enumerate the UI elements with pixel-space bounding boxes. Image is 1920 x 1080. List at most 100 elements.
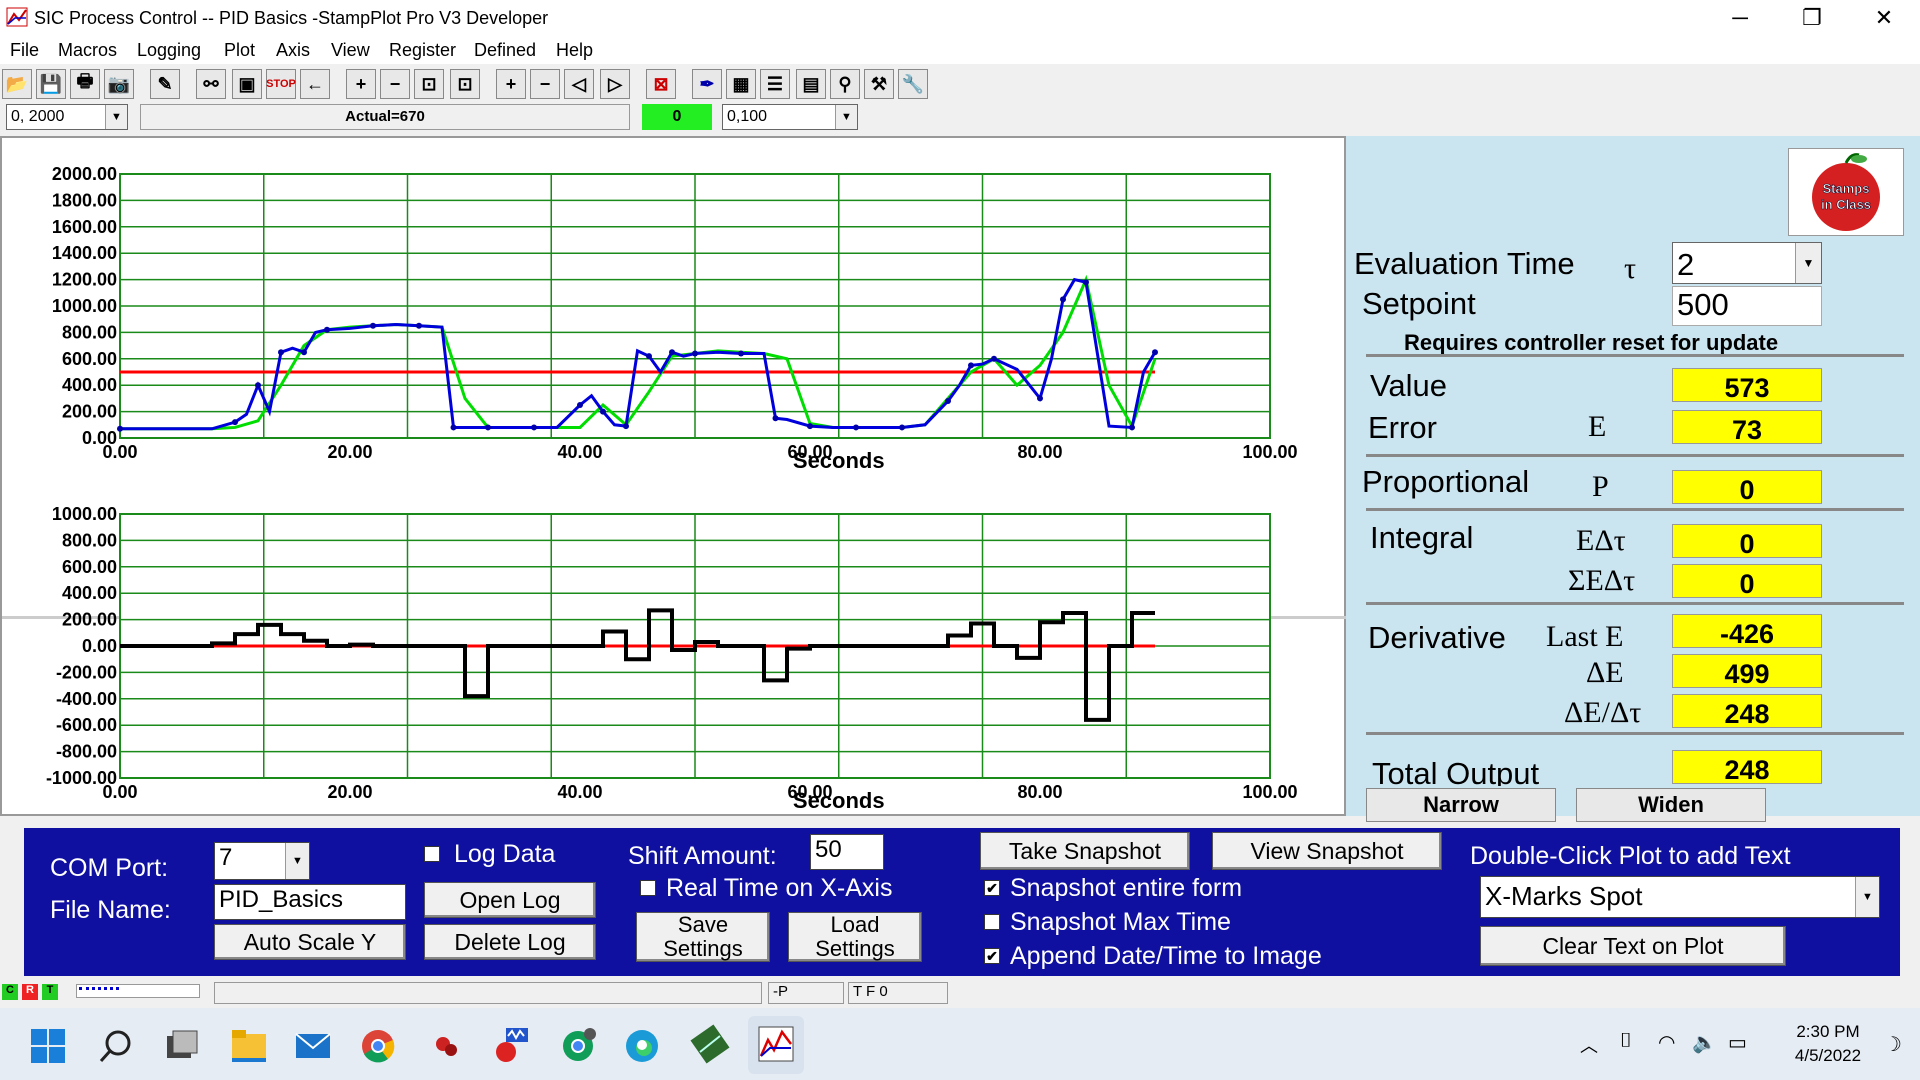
tools-icon[interactable]: ⚒ [864, 69, 894, 99]
menu-register[interactable]: Register [389, 40, 456, 61]
plot2-x-tick: 100.00 [1242, 782, 1297, 802]
connect-icon[interactable]: ⚯ [196, 69, 226, 99]
grid-icon[interactable]: ▦ [726, 69, 756, 99]
plot1-x-tick: 40.00 [557, 442, 602, 462]
menu-axis[interactable]: Axis [276, 40, 310, 61]
process-value-plot[interactable]: 2000.00 1800.00 1600.00 1400.00 1200.00 1000.… [2, 138, 1344, 478]
zoom-in-y-icon[interactable]: + [346, 69, 376, 99]
clear-text-button[interactable]: Clear Text on Plot [1480, 926, 1786, 966]
pen-icon[interactable]: ✒ [692, 69, 722, 99]
minimize-button[interactable]: ─ [1710, 0, 1770, 36]
magic-wand-icon[interactable]: ✎ [150, 69, 180, 99]
snapshot-entire-checkbox[interactable]: ✔ [984, 880, 1000, 896]
plot1-point [899, 424, 905, 431]
menu-plot[interactable]: Plot [224, 40, 255, 61]
widen-button[interactable]: Widen [1576, 788, 1766, 822]
menu-view[interactable]: View [331, 40, 370, 61]
shift-amount-input[interactable]: 50 [810, 834, 884, 870]
append-date-checkbox[interactable]: ✔ [984, 948, 1000, 964]
auto-scale-y-button[interactable]: Auto Scale Y [214, 924, 406, 960]
app-red-icon[interactable] [428, 1028, 464, 1064]
menu-logging[interactable]: Logging [137, 40, 201, 61]
wrench-icon[interactable]: 🔧 [898, 69, 928, 99]
file-explorer-icon[interactable] [230, 1028, 268, 1064]
edge-icon[interactable] [624, 1028, 660, 1064]
probe-icon[interactable]: ⚲ [830, 69, 860, 99]
task-view-icon[interactable] [164, 1028, 200, 1064]
battery-icon[interactable]: ▭ [1728, 1030, 1747, 1055]
zoom-out-x-icon[interactable]: − [530, 69, 560, 99]
windows-start-icon[interactable] [30, 1028, 66, 1064]
stampplot-taskbar-item[interactable] [748, 1016, 804, 1074]
scroll-right-icon[interactable]: ▷ [600, 69, 630, 99]
chevron-down-icon[interactable]: ▼ [835, 105, 857, 129]
com-port-select[interactable]: 7 ▼ [214, 842, 310, 880]
volume-icon[interactable]: 🔈 [1692, 1030, 1717, 1055]
file-name-label: File Name: [50, 896, 171, 924]
open-log-button[interactable]: Open Log [424, 882, 596, 918]
take-snapshot-button[interactable]: Take Snapshot [980, 832, 1190, 870]
scroll-down-icon[interactable]: ⊡ [450, 69, 480, 99]
load-settings-button[interactable]: Load Settings [788, 912, 922, 962]
narrow-button[interactable]: Narrow [1366, 788, 1556, 822]
print-icon[interactable]: 🖶 [70, 69, 100, 99]
delete-log-button[interactable]: Delete Log [424, 924, 596, 960]
zoom-out-y-icon[interactable]: − [380, 69, 410, 99]
open-folder-icon[interactable]: 📂 [2, 69, 32, 99]
save-icon[interactable]: 💾 [36, 69, 66, 99]
chevron-down-icon[interactable]: ▼ [1795, 243, 1821, 283]
y-range-combo[interactable]: 0, 2000 ▼ [6, 104, 128, 130]
circuit-board-icon[interactable] [690, 1024, 730, 1064]
app-scope-icon[interactable] [492, 1024, 532, 1064]
stop-icon[interactable]: STOP [266, 69, 296, 99]
setpoint-input[interactable]: 500 [1672, 286, 1822, 326]
plot-text-select[interactable]: X-Marks Spot ▼ [1480, 876, 1880, 918]
plot2-x-tick: 0.00 [102, 782, 137, 802]
notes-icon[interactable]: ☰ [760, 69, 790, 99]
file-name-input[interactable]: PID_Basics [214, 884, 406, 920]
usb-icon[interactable]: ⌷ [1620, 1030, 1632, 1053]
maximize-button[interactable]: ❐ [1782, 0, 1842, 36]
chevron-down-icon[interactable]: ▼ [1855, 877, 1879, 917]
camera-icon[interactable]: 📷 [104, 69, 134, 99]
plot1-point [416, 322, 422, 329]
snapshot-max-checkbox[interactable] [984, 914, 1000, 930]
plot2-y-tick: 0.00 [82, 636, 117, 656]
chrome-user-icon[interactable] [560, 1026, 598, 1064]
chevron-down-icon[interactable]: ▼ [285, 843, 309, 879]
eval-time-select[interactable]: 2 ▼ [1672, 242, 1822, 284]
back-arrow-icon[interactable]: ← [300, 69, 330, 99]
zoom-in-x-icon[interactable]: + [496, 69, 526, 99]
plot1-point [1037, 395, 1043, 402]
plot-area[interactable]: 2000.00 1800.00 1600.00 1400.00 1200.00 1000.… [0, 136, 1348, 816]
plot1-point [577, 402, 583, 408]
menu-defined[interactable]: Defined [474, 40, 536, 61]
scroll-up-icon[interactable]: ⊡ [414, 69, 444, 99]
timer-icon[interactable]: ⊠ [646, 69, 676, 99]
output-plot[interactable]: 1000.00 800.00 600.00 400.00 200.00 0.00 -200.… [2, 480, 1344, 816]
scroll-left-icon[interactable]: ◁ [564, 69, 594, 99]
mail-icon[interactable] [294, 1028, 332, 1064]
view-snapshot-button[interactable]: View Snapshot [1212, 832, 1442, 870]
document-icon[interactable]: ▤ [796, 69, 826, 99]
realtime-checkbox[interactable] [640, 880, 656, 896]
menu-file[interactable]: File [10, 40, 39, 61]
notification-icon[interactable]: ☽ [1884, 1032, 1902, 1057]
plot-icon[interactable]: ▣ [232, 69, 262, 99]
chevron-down-icon[interactable]: ▼ [105, 105, 127, 129]
close-button[interactable]: ✕ [1854, 0, 1914, 36]
plot1-y-tick: 1000.00 [52, 296, 117, 316]
menu-macros[interactable]: Macros [58, 40, 117, 61]
tray-date[interactable]: 4/5/2022 [1784, 1046, 1872, 1066]
wifi-icon[interactable]: ◠ [1658, 1030, 1675, 1055]
chrome-icon[interactable] [360, 1028, 396, 1064]
plot2-x-axis-label: Seconds [793, 788, 885, 813]
menu-help[interactable]: Help [556, 40, 593, 61]
x-range-combo[interactable]: 0,100 ▼ [722, 104, 858, 130]
tray-time[interactable]: 2:30 PM [1788, 1022, 1868, 1042]
save-settings-button[interactable]: Save Settings [636, 912, 770, 962]
search-icon[interactable] [98, 1028, 134, 1064]
chevron-up-icon[interactable]: ︿ [1580, 1032, 1598, 1058]
log-data-checkbox[interactable] [424, 846, 440, 862]
com-port-label: COM Port: [50, 854, 169, 882]
